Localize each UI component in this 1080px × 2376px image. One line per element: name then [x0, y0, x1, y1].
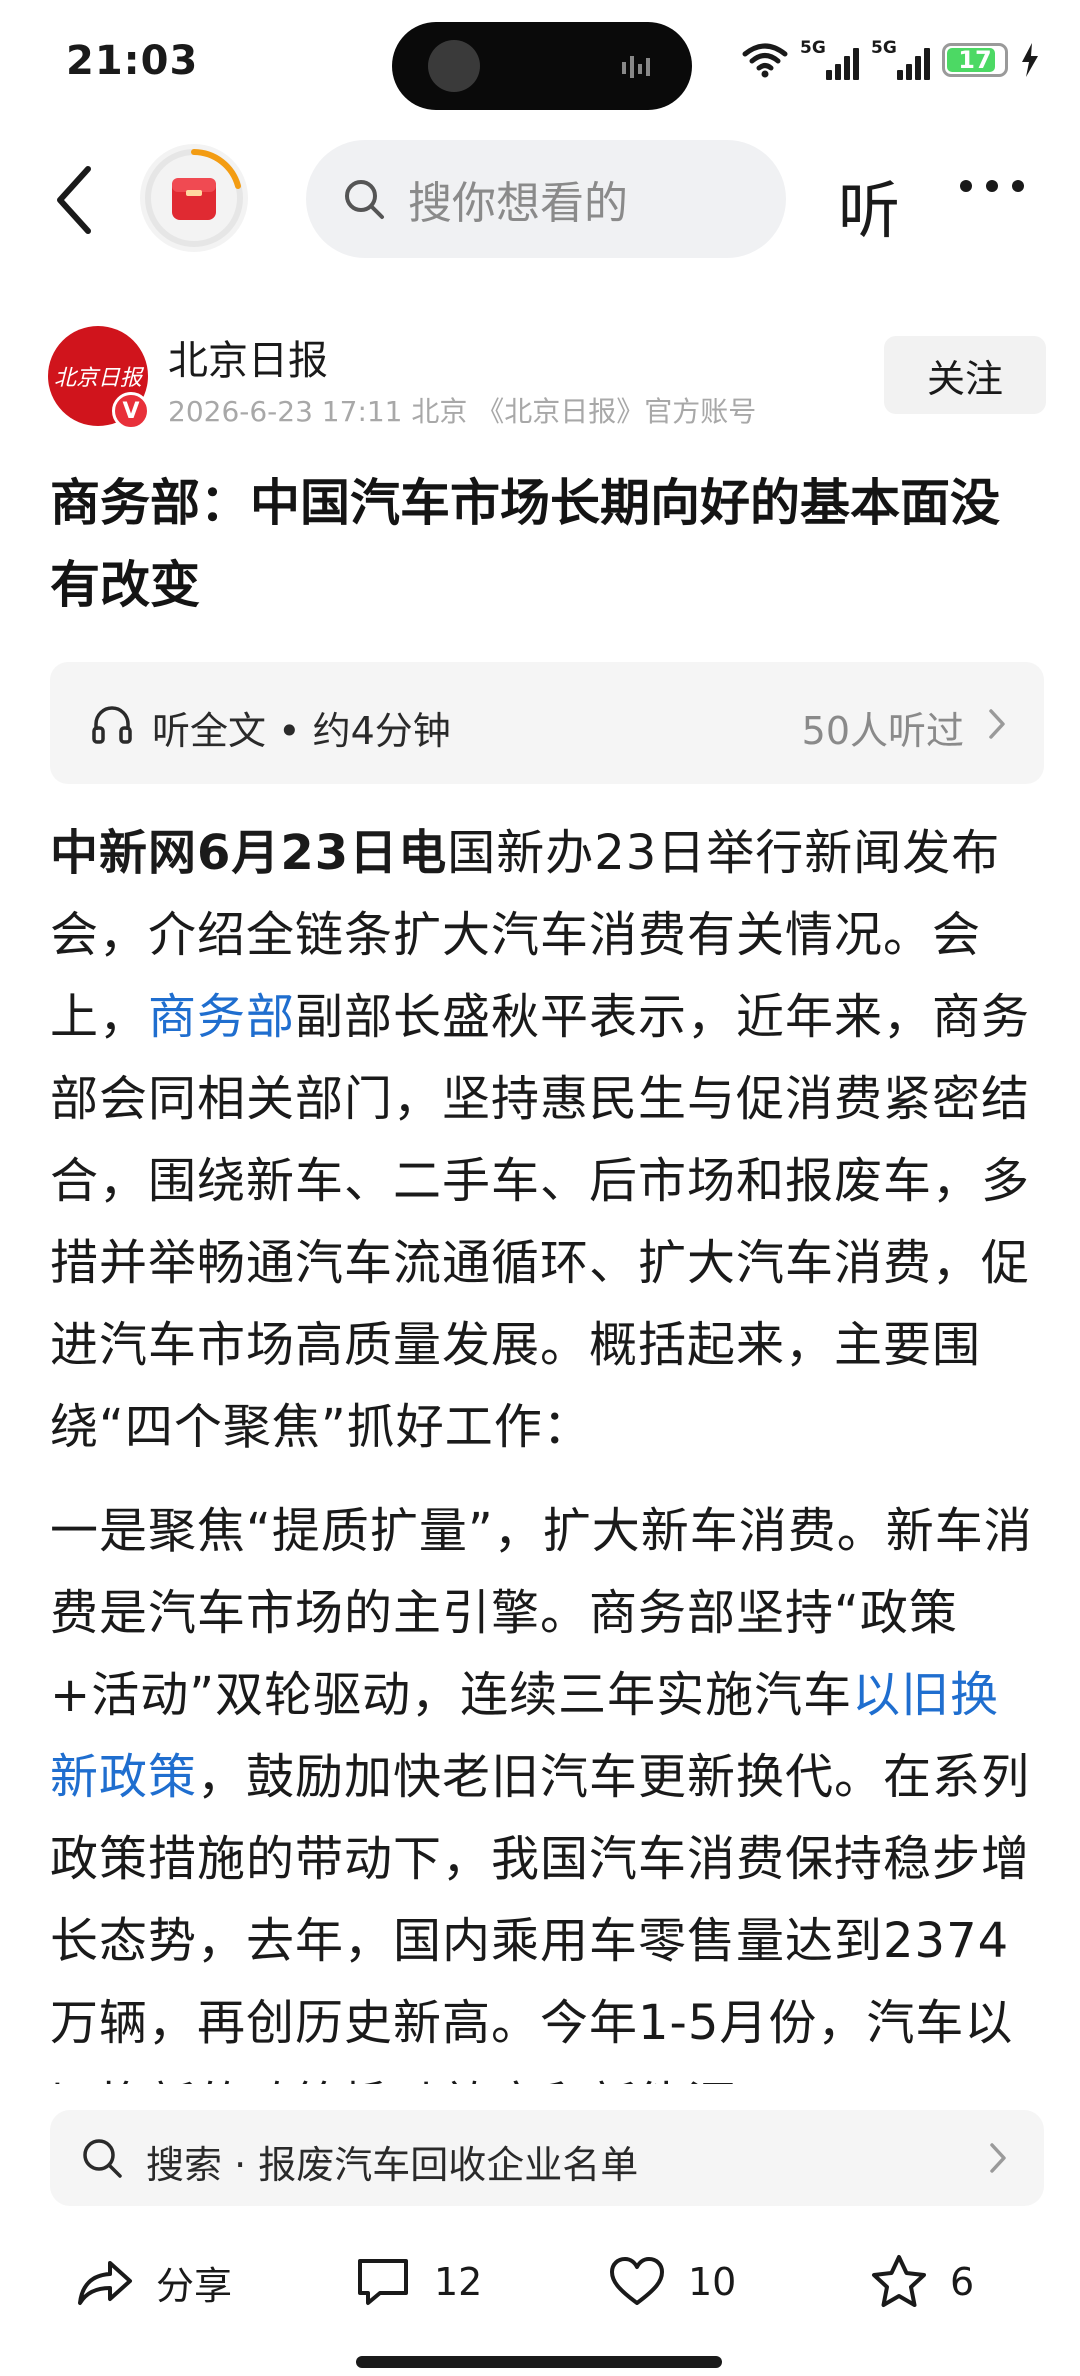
like-button[interactable]: 10 [608, 2250, 736, 2314]
chevron-right-icon [989, 709, 1005, 739]
favorite-button[interactable]: 6 [870, 2250, 974, 2314]
search-icon [345, 180, 384, 219]
link-commerce-ministry[interactable]: 商务部 [148, 989, 295, 1045]
paragraph-1: 中新网6月23日电国新办23日举行新闻发布会，介绍全链条扩大汽车消费有关情况。会… [50, 812, 1040, 1468]
battery-icon: 17 [942, 43, 1008, 77]
chevron-left-icon [57, 166, 91, 234]
author-avatar-logo: 北京日报 [53, 366, 142, 391]
star-icon [872, 2255, 926, 2307]
audio-wave-icon [622, 56, 650, 78]
share-icon [78, 2261, 132, 2305]
back-button[interactable] [44, 160, 104, 240]
share-label: 分享 [156, 2263, 233, 2308]
comment-button[interactable]: 12 [354, 2250, 482, 2314]
heart-icon [610, 2257, 664, 2305]
cellular-signal-2-icon: 5G [871, 38, 930, 80]
search-icon [83, 2139, 122, 2178]
status-time: 21:03 [66, 38, 199, 84]
listen-full-card[interactable]: 听全文 • 约4分钟 50人听过 [50, 662, 1044, 784]
p1-text-b: 副部长盛秋平表示，近年来，商务部会同相关部门，坚持惠民生与促消费紧密结合，围绕新… [50, 989, 1031, 1455]
article-title: 商务部：中国汽车市场长期向好的基本面没有改变 [50, 474, 1000, 614]
search-suggestion-bar[interactable]: 搜索 · 报废汽车回收企业名单 [50, 2110, 1044, 2206]
search-suggestion-text: 搜索 · 报废汽车回收企业名单 [146, 2143, 639, 2187]
favorite-count: 6 [950, 2260, 975, 2304]
p2-text-b: ，鼓励加快老旧汽车更新换代。在系列政策措施的带动下，我国汽车消费保持稳步增长态势… [50, 1749, 1031, 2084]
more-options-button[interactable] [960, 180, 1024, 192]
listen-button[interactable]: 听 [838, 160, 900, 250]
home-indicator[interactable] [356, 2356, 722, 2368]
comment-count: 12 [434, 2260, 483, 2304]
search-placeholder: 搜你想看的 [408, 178, 628, 229]
dateline: 中新网6月23日电 [50, 825, 448, 881]
chevron-right-icon [990, 2143, 1006, 2173]
headphones-icon [92, 706, 132, 744]
dynamic-island[interactable] [392, 22, 692, 110]
verified-badge: V [112, 392, 150, 430]
app-logo-button[interactable] [140, 144, 248, 252]
follow-button[interactable]: 关注 [884, 336, 1046, 414]
listen-full-label: 听全文 • 约4分钟 [152, 709, 451, 753]
search-input[interactable]: 搜你想看的 [306, 140, 786, 258]
comment-icon [358, 2259, 408, 2305]
signal-2-label: 5G [871, 38, 897, 58]
publish-meta: 2026-6-23 17:11 北京 《北京日报》官方账号 [168, 395, 757, 428]
now-playing-avatar [428, 40, 480, 92]
share-button[interactable]: 分享 [76, 2250, 232, 2314]
like-count: 10 [688, 2260, 737, 2304]
signal-1-label: 5G [800, 38, 826, 58]
wifi-icon [742, 43, 788, 78]
paragraph-2: 一是聚焦“提质扩量”，扩大新车消费。新车消费是汽车市场的主引擎。商务部坚持“政策… [50, 1490, 1040, 2084]
charging-bolt-icon [1022, 43, 1038, 77]
status-icons: 5G 5G 17 [742, 34, 1040, 86]
battery-level: 17 [958, 46, 992, 74]
bottom-action-bar: 分享 12 10 6 [0, 2236, 1080, 2328]
author-row: 北京日报 V 北京日报 2026-6-23 17:11 北京 《北京日报》官方账… [0, 318, 1080, 438]
app-logo-icon [145, 149, 243, 247]
status-bar: 21:03 5G 5G 17 [0, 0, 1080, 130]
listen-count: 50人听过 [801, 709, 964, 753]
article-body: 中新网6月23日电国新办23日举行新闻发布会，介绍全链条扩大汽车消费有关情况。会… [50, 812, 1040, 2084]
top-nav: 搜你想看的 听 [0, 130, 1080, 270]
cellular-signal-1-icon: 5G [800, 38, 859, 80]
author-name[interactable]: 北京日报 [168, 328, 328, 386]
